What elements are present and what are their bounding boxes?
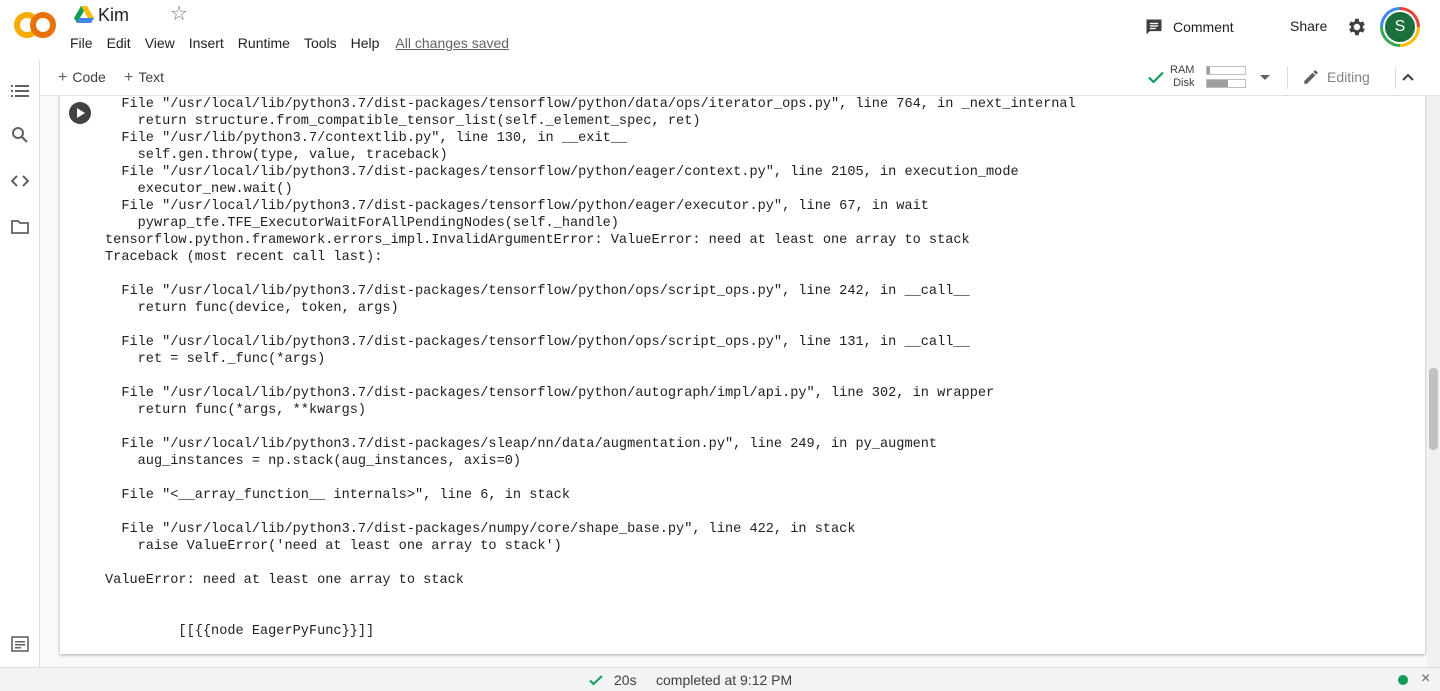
add-text-button[interactable]: + Text — [124, 69, 164, 86]
resource-labels[interactable]: RAM Disk — [1170, 64, 1194, 90]
output-line: File "/usr/local/lib/python3.7/dist-pack… — [105, 335, 970, 350]
comment-label: Comment — [1173, 19, 1234, 35]
close-icon[interactable]: × — [1421, 670, 1430, 688]
run-cell-button[interactable] — [69, 102, 91, 124]
caret-down-icon[interactable] — [1258, 70, 1272, 84]
output-line: File "/usr/local/lib/python3.7/dist-pack… — [105, 386, 995, 401]
disk-label: Disk — [1173, 77, 1195, 89]
code-snippets-icon[interactable] — [11, 172, 29, 190]
output-line: return func(device, token, args) — [105, 301, 399, 316]
add-code-label: Code — [72, 69, 106, 85]
terminal-icon[interactable] — [11, 636, 29, 652]
add-text-label: Text — [138, 69, 165, 85]
menu-insert[interactable]: Insert — [189, 34, 224, 52]
connection-status-dot — [1398, 675, 1408, 685]
menu-edit[interactable]: Edit — [107, 34, 131, 52]
output-line: File "/usr/local/lib/python3.7/dist-pack… — [105, 165, 1019, 180]
chevron-up-icon[interactable] — [1400, 69, 1416, 85]
status-bar: 20s completed at 9:12 PM × — [0, 667, 1440, 691]
output-line: File "/usr/local/lib/python3.7/dist-pack… — [105, 97, 1076, 112]
editing-label: Editing — [1327, 69, 1370, 85]
notebook-scrollbar[interactable] — [1427, 96, 1440, 667]
editing-mode-button[interactable]: Editing — [1302, 68, 1370, 86]
left-sidebar — [0, 60, 40, 667]
menu-tools[interactable]: Tools — [304, 34, 337, 52]
menu-view[interactable]: View — [145, 34, 175, 52]
plus-icon: + — [58, 69, 68, 86]
colab-logo-icon[interactable] — [14, 10, 56, 40]
table-of-contents-icon[interactable] — [11, 82, 29, 100]
output-line: raise ValueError('need at least one arra… — [105, 539, 562, 554]
output-line: File "<__array_function__ internals>", l… — [105, 488, 570, 503]
menu-help[interactable]: Help — [351, 34, 380, 52]
notebook-area: File "/usr/local/lib/python3.7/dist-pack… — [40, 96, 1440, 667]
save-status-link[interactable]: All changes saved — [395, 34, 509, 52]
output-line: File "/usr/local/lib/python3.7/dist-pack… — [105, 284, 970, 299]
notebook-title[interactable]: Kim — [98, 4, 129, 26]
output-line: Traceback (most recent call last): — [105, 250, 383, 265]
output-line: aug_instances = np.stack(aug_instances, … — [105, 454, 522, 469]
execution-duration: 20s — [614, 672, 637, 688]
google-drive-icon[interactable] — [74, 6, 94, 24]
gear-icon[interactable] — [1345, 16, 1367, 38]
output-line: ValueError: need at least one array to s… — [105, 573, 464, 588]
completion-time: completed at 9:12 PM — [656, 672, 793, 688]
avatar-ring-gap: S — [1383, 10, 1417, 44]
connected-check-icon — [1148, 71, 1164, 84]
avatar-letter: S — [1385, 12, 1415, 42]
completed-check-icon — [589, 675, 603, 686]
output-line: File "/usr/local/lib/python3.7/dist-pack… — [105, 199, 929, 214]
resource-bars[interactable] — [1206, 66, 1246, 92]
ram-bar-fill — [1207, 67, 1211, 74]
output-line: File "/usr/local/lib/python3.7/dist-pack… — [105, 522, 856, 537]
disk-bar-fill — [1207, 80, 1228, 87]
account-avatar[interactable]: S — [1380, 7, 1420, 47]
top-header: Kim ☆ File Edit View Insert Runtime Tool… — [0, 0, 1440, 60]
toolbar-divider — [1395, 67, 1396, 89]
code-cell[interactable]: File "/usr/local/lib/python3.7/dist-pack… — [60, 96, 1425, 654]
menu-runtime[interactable]: Runtime — [238, 34, 290, 52]
disk-bar — [1206, 79, 1246, 88]
notebook-toolbar: + Code + Text RAM Disk Editing — [40, 60, 1440, 96]
output-line: return structure.from_compatible_tensor_… — [105, 114, 701, 129]
comment-icon — [1146, 19, 1162, 35]
output-line: File "/usr/local/lib/python3.7/dist-pack… — [105, 437, 938, 452]
output-line: self.gen.throw(type, value, traceback) — [105, 148, 448, 163]
ram-bar — [1206, 66, 1246, 75]
add-code-button[interactable]: + Code — [58, 69, 106, 86]
output-line: File "/usr/lib/python3.7/contextlib.py",… — [105, 131, 628, 146]
ram-label: RAM — [1170, 64, 1195, 76]
plus-icon: + — [124, 69, 134, 86]
output-line: ret = self._func(*args) — [105, 352, 326, 367]
star-icon[interactable]: ☆ — [170, 3, 188, 25]
output-line: executor_new.wait() — [105, 182, 293, 197]
output-line: return func(*args, **kwargs) — [105, 403, 367, 418]
pencil-icon — [1304, 70, 1318, 84]
comment-button[interactable]: Comment — [1144, 16, 1234, 38]
menu-bar: File Edit View Insert Runtime Tools Help… — [70, 34, 509, 52]
output-line: pywrap_tfe.TFE_ExecutorWaitForAllPending… — [105, 216, 619, 231]
cell-output: File "/usr/local/lib/python3.7/dist-pack… — [105, 96, 1415, 651]
share-button[interactable]: Share — [1290, 18, 1327, 34]
menu-file[interactable]: File — [70, 34, 93, 52]
search-icon[interactable] — [11, 126, 29, 144]
folder-icon[interactable] — [11, 218, 29, 236]
output-line: [[{{node EagerPyFunc}}]] — [105, 624, 375, 639]
scrollbar-thumb[interactable] — [1429, 368, 1438, 450]
toolbar-divider — [1287, 67, 1288, 89]
output-line: tensorflow.python.framework.errors_impl.… — [105, 233, 970, 248]
